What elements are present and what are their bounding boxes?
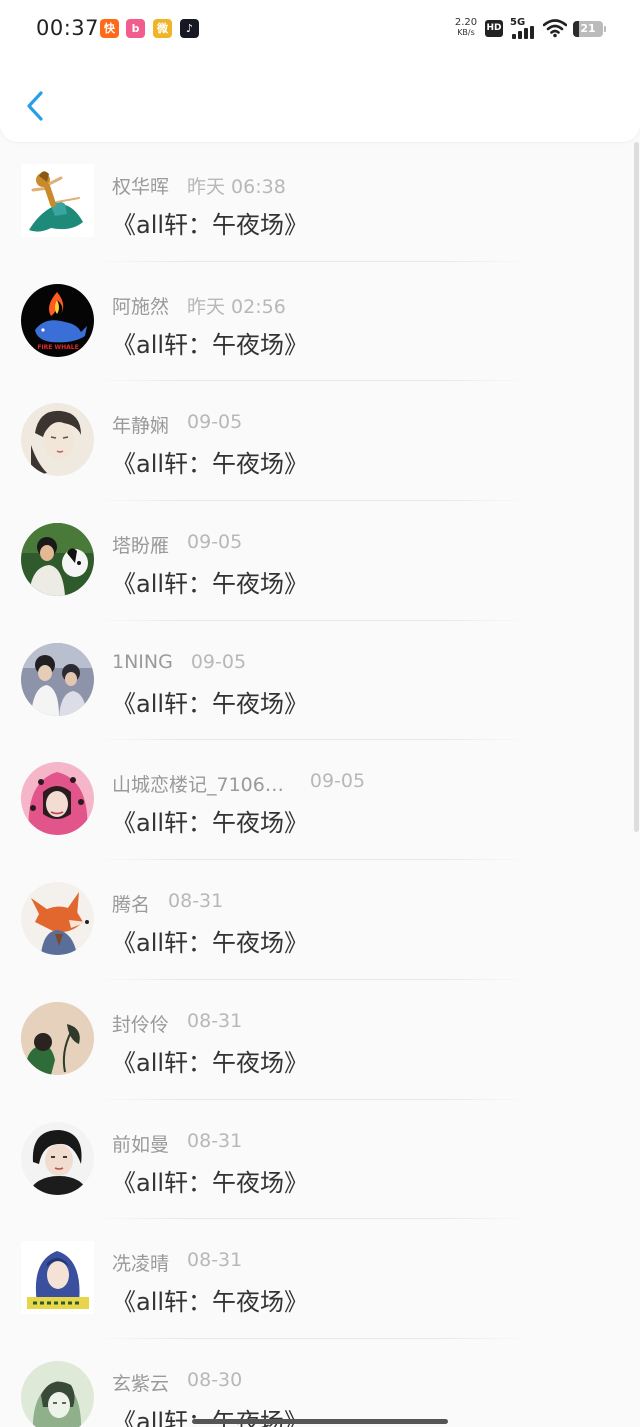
avatar[interactable] — [21, 1001, 94, 1075]
avatar[interactable] — [21, 403, 94, 477]
message-time: 昨天 02:56 — [187, 295, 286, 318]
network-speed-unit: KB/s — [457, 28, 475, 37]
message-text: 《all轩：午夜场》 — [112, 1168, 309, 1197]
sender-name: 玄紫云 — [112, 1372, 170, 1395]
kuaishou-app-icon: 快 — [100, 19, 119, 38]
avatar[interactable] — [21, 882, 94, 956]
message-list[interactable]: 权华晖 昨天 06:38 《all轩：午夜场》 FIRE WHALE 阿施然 昨天 0… — [0, 142, 640, 1427]
sender-name: 权华晖 — [112, 176, 170, 198]
weibo-app-icon: 微 — [153, 19, 172, 38]
network-speed: 2.20 KB/s — [453, 18, 479, 38]
message-time: 09-05 — [190, 650, 247, 673]
message-row[interactable]: 山城恋楼记_7106… 09-05 《all轩：午夜场》 — [0, 740, 640, 861]
message-row[interactable]: 塔盼雁 09-05 《all轩：午夜场》 — [0, 501, 640, 621]
avatar[interactable] — [21, 1360, 94, 1427]
message-time: 08-31 — [187, 1009, 243, 1032]
message-row[interactable]: 1NING 09-05 《all轩：午夜场》 — [0, 621, 640, 741]
message-time: 09-05 — [187, 531, 243, 554]
message-row[interactable]: 年静娴 09-05 《all轩：午夜场》 — [0, 381, 640, 502]
message-row[interactable]: 腾名 08-31 《all轩：午夜场》 — [0, 860, 640, 980]
screen: 00:37 快 b 微 ♪ 2.20 KB/s HD 5G 21 权华晖 昨天 … — [0, 0, 640, 1427]
message-time: 08-30 — [187, 1368, 243, 1391]
sender-name: 腾名 — [112, 894, 151, 917]
network-speed-value: 2.20 — [454, 17, 478, 28]
message-row[interactable]: 冼凌晴 08-31 《all轩：午夜场》 — [0, 1219, 640, 1339]
signal-icon: 5G — [510, 17, 538, 39]
svg-text:FIRE WHALE: FIRE WHALE — [37, 344, 78, 351]
back-button[interactable] — [18, 86, 54, 126]
sender-name: 封伶伶 — [112, 1013, 170, 1036]
message-time: 08-31 — [168, 890, 224, 913]
chevron-left-icon — [27, 91, 43, 121]
avatar[interactable] — [21, 1241, 94, 1315]
avatar[interactable]: FIRE WHALE — [21, 283, 94, 357]
avatar[interactable] — [21, 642, 94, 716]
message-text: 《all轩：午夜场》 — [112, 211, 309, 239]
message-row[interactable]: 权华晖 昨天 06:38 《all轩：午夜场》 — [0, 142, 640, 262]
message-time: 08-31 — [187, 1249, 243, 1272]
status-time: 00:37 — [36, 16, 100, 40]
scrollbar[interactable] — [634, 142, 639, 832]
message-time: 昨天 06:38 — [187, 176, 286, 198]
message-row[interactable]: 玄紫云 08-30 《all轩：午夜场》 — [0, 1339, 640, 1427]
message-text: 《all轩：午夜场》 — [112, 570, 309, 599]
message-time: 09-05 — [187, 411, 243, 434]
message-row[interactable]: 前如曼 08-31 《all轩：午夜场》 — [0, 1100, 640, 1220]
bilibili-app-icon: b — [126, 19, 145, 38]
message-text: 《all轩：午夜场》 — [112, 689, 309, 718]
hd-icon: HD — [485, 20, 503, 37]
message-text: 《all轩：午夜场》 — [112, 450, 309, 479]
status-bar: 00:37 快 b 微 ♪ 2.20 KB/s HD 5G 21 — [0, 0, 640, 58]
network-type-label: 5G — [510, 17, 526, 28]
sender-name: 前如曼 — [112, 1133, 170, 1156]
battery-icon: 21 — [573, 21, 606, 37]
battery-level: 21 — [580, 22, 596, 35]
douyin-app-icon: ♪ — [180, 19, 199, 38]
avatar[interactable] — [21, 164, 94, 237]
message-row[interactable]: 封伶伶 08-31 《all轩：午夜场》 — [0, 980, 640, 1100]
message-text: 《all轩：午夜场》 — [112, 809, 309, 838]
message-text: 《all轩：午夜场》 — [112, 1288, 309, 1317]
message-time: 08-31 — [187, 1129, 243, 1152]
message-text: 《all轩：午夜场》 — [112, 330, 309, 359]
message-text: 《all轩：午夜场》 — [112, 1048, 309, 1077]
sender-name: 冼凌晴 — [112, 1253, 170, 1276]
top-bar: 00:37 快 b 微 ♪ 2.20 KB/s HD 5G 21 — [0, 0, 640, 142]
sender-name: 塔盼雁 — [112, 535, 170, 558]
sender-name: 1NING — [112, 650, 173, 673]
home-indicator[interactable] — [192, 1419, 448, 1424]
sender-name: 年静娴 — [112, 415, 170, 438]
wifi-icon — [543, 19, 567, 38]
sender-name: 阿施然 — [112, 295, 170, 318]
message-row[interactable]: FIRE WHALE 阿施然 昨天 02:56 《all轩：午夜场》 — [0, 262, 640, 382]
message-text: 《all轩：午夜场》 — [112, 929, 309, 958]
avatar[interactable] — [21, 1121, 94, 1195]
sender-name: 山城恋楼记_7106… — [112, 774, 284, 797]
avatar[interactable] — [21, 523, 94, 597]
avatar[interactable] — [21, 762, 94, 836]
message-time: 09-05 — [309, 770, 366, 793]
